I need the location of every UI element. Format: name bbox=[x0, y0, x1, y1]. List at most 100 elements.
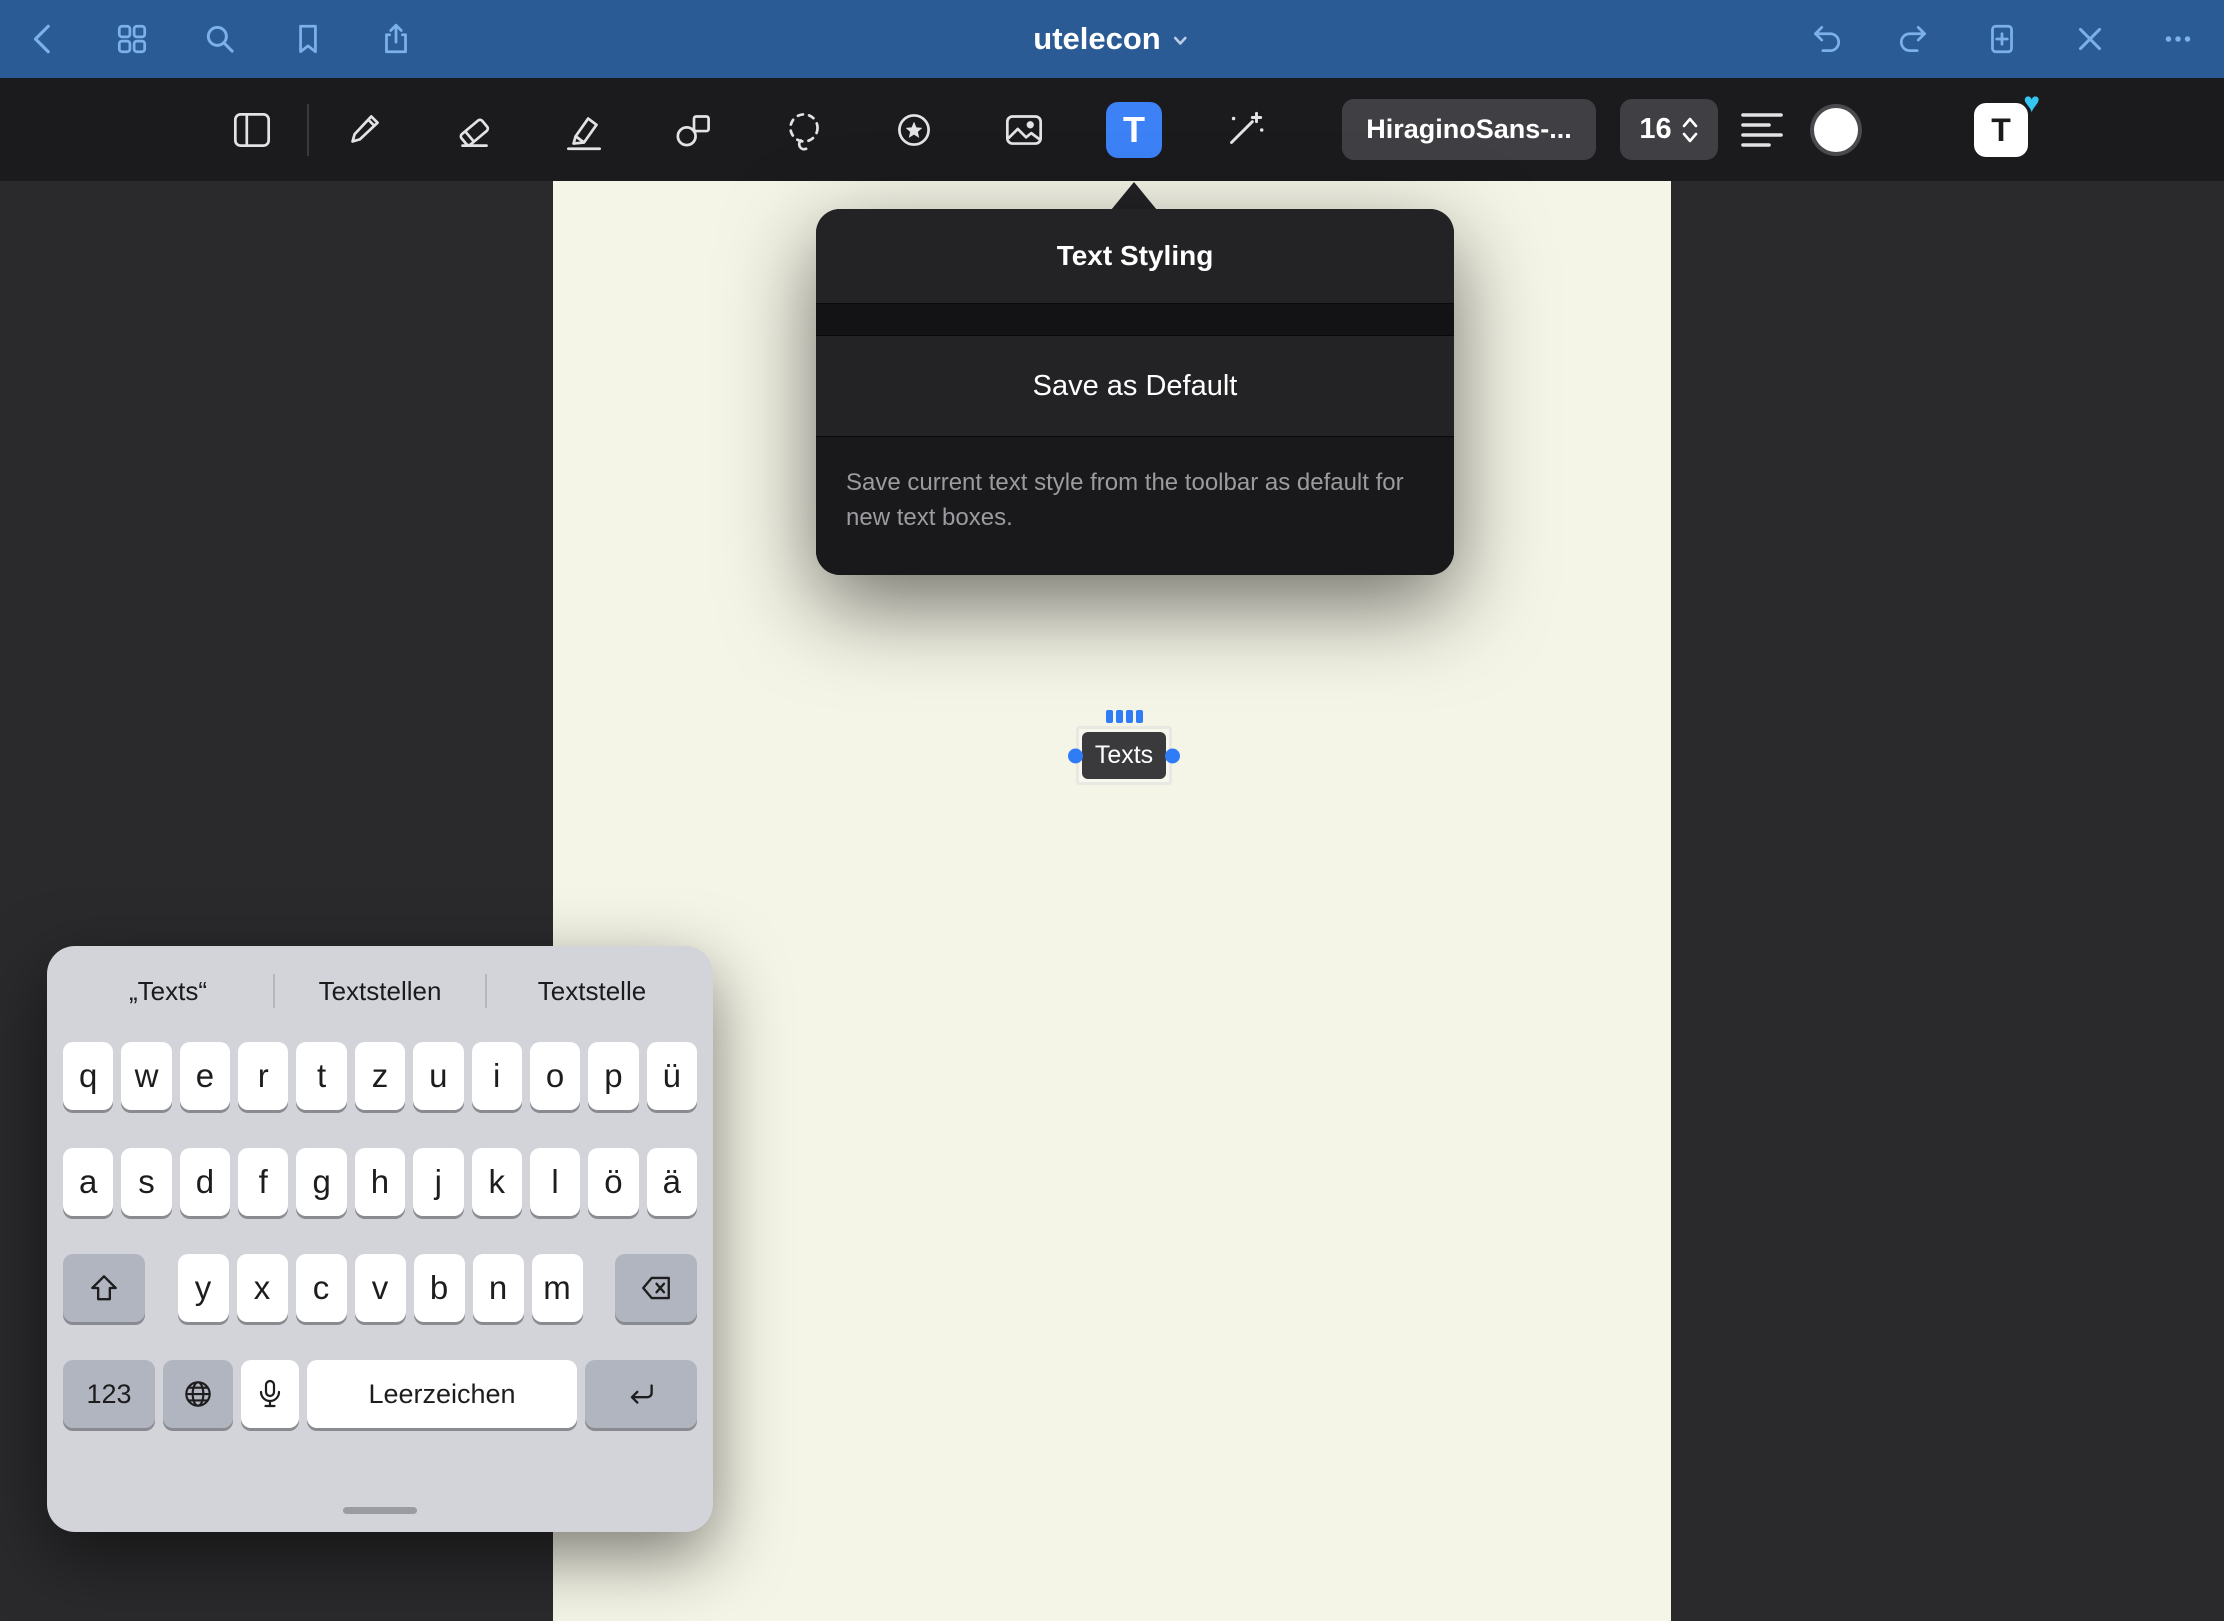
numbers-key[interactable]: 123 bbox=[63, 1360, 155, 1428]
drag-handle-bar bbox=[1106, 710, 1113, 723]
add-page-button[interactable] bbox=[1982, 19, 2022, 59]
key-g[interactable]: g bbox=[296, 1148, 346, 1216]
tool-bar: T HiraginoSans-... 16 T ♥ bbox=[0, 78, 2224, 181]
dictation-key[interactable] bbox=[241, 1360, 299, 1428]
text-box[interactable]: Texts bbox=[1082, 732, 1166, 779]
backspace-key[interactable] bbox=[615, 1254, 697, 1322]
key-x[interactable]: x bbox=[237, 1254, 288, 1322]
key-b[interactable]: b bbox=[414, 1254, 465, 1322]
selection-handle-left[interactable] bbox=[1068, 748, 1083, 763]
text-style-favorites-button[interactable]: T ♥ bbox=[1974, 103, 2028, 157]
key-z[interactable]: z bbox=[355, 1042, 405, 1110]
elements-tool[interactable] bbox=[886, 102, 942, 158]
undo-icon bbox=[1808, 21, 1844, 57]
share-button[interactable] bbox=[376, 19, 416, 59]
eraser-tool[interactable] bbox=[446, 102, 502, 158]
close-icon bbox=[2072, 21, 2108, 57]
keyboard-drag-bar[interactable] bbox=[343, 1507, 417, 1514]
page-thumbnails-button[interactable] bbox=[112, 19, 152, 59]
key-o[interactable]: o bbox=[530, 1042, 580, 1110]
text-box-drag-handle[interactable] bbox=[1106, 710, 1143, 723]
key-m[interactable]: m bbox=[532, 1254, 583, 1322]
key-p[interactable]: p bbox=[588, 1042, 638, 1110]
key-i[interactable]: i bbox=[472, 1042, 522, 1110]
key-k[interactable]: k bbox=[472, 1148, 522, 1216]
reading-view-tool[interactable] bbox=[224, 102, 280, 158]
highlighter-tool[interactable] bbox=[556, 102, 612, 158]
key-oe[interactable]: ö bbox=[588, 1148, 638, 1216]
shift-key[interactable] bbox=[63, 1254, 145, 1322]
shapes-icon bbox=[669, 105, 719, 155]
redo-button[interactable] bbox=[1894, 19, 1934, 59]
key-q[interactable]: q bbox=[63, 1042, 113, 1110]
more-button[interactable] bbox=[2158, 19, 2198, 59]
popover-description: Save current text style from the toolbar… bbox=[816, 437, 1454, 575]
align-left-icon bbox=[1739, 109, 1785, 151]
key-d[interactable]: d bbox=[180, 1148, 230, 1216]
suggestion-1[interactable]: „Texts“ bbox=[63, 976, 273, 1007]
heart-badge-icon: ♥ bbox=[2023, 89, 2040, 117]
photo-icon bbox=[999, 105, 1049, 155]
key-s[interactable]: s bbox=[121, 1148, 171, 1216]
key-h[interactable]: h bbox=[355, 1148, 405, 1216]
globe-key[interactable] bbox=[163, 1360, 233, 1428]
key-c[interactable]: c bbox=[296, 1254, 347, 1322]
save-as-default-button[interactable]: Save as Default bbox=[816, 336, 1454, 437]
pen-tool[interactable] bbox=[336, 102, 392, 158]
key-w[interactable]: w bbox=[121, 1042, 171, 1110]
text-styling-popover: Text Styling Save as Default Save curren… bbox=[816, 209, 1454, 575]
ellipsis-icon bbox=[2160, 21, 2196, 57]
space-key[interactable]: Leerzeichen bbox=[307, 1360, 577, 1428]
font-size-stepper[interactable]: 16 bbox=[1620, 99, 1718, 160]
nav-left-group bbox=[0, 19, 416, 59]
eraser-icon bbox=[449, 105, 499, 155]
key-f[interactable]: f bbox=[238, 1148, 288, 1216]
bookmark-button[interactable] bbox=[288, 19, 328, 59]
close-button[interactable] bbox=[2070, 19, 2110, 59]
suggestion-bar: „Texts“ Textstellen Textstelle bbox=[63, 962, 697, 1020]
key-r[interactable]: r bbox=[238, 1042, 288, 1110]
key-row-2: a s d f g h j k l ö ä bbox=[63, 1148, 697, 1216]
search-button[interactable] bbox=[200, 19, 240, 59]
bookmark-icon bbox=[290, 21, 326, 57]
toolbar-divider bbox=[307, 104, 309, 156]
share-icon bbox=[378, 21, 414, 57]
lasso-tool[interactable] bbox=[776, 102, 832, 158]
key-ue[interactable]: ü bbox=[647, 1042, 697, 1110]
text-style-icon: T bbox=[1991, 112, 2011, 149]
key-y[interactable]: y bbox=[178, 1254, 229, 1322]
suggestion-2[interactable]: Textstellen bbox=[275, 976, 485, 1007]
text-align-button[interactable] bbox=[1734, 104, 1790, 156]
back-button[interactable] bbox=[24, 19, 64, 59]
key-row-3-letters: y x c v b n m bbox=[145, 1254, 615, 1322]
photo-tool[interactable] bbox=[996, 102, 1052, 158]
key-l[interactable]: l bbox=[530, 1148, 580, 1216]
shapes-tool[interactable] bbox=[666, 102, 722, 158]
text-tool-icon: T bbox=[1123, 109, 1145, 151]
pointer-tool[interactable] bbox=[1216, 102, 1272, 158]
document-title[interactable]: utelecon bbox=[1033, 21, 1190, 57]
key-u[interactable]: u bbox=[413, 1042, 463, 1110]
key-t[interactable]: t bbox=[296, 1042, 346, 1110]
key-a[interactable]: a bbox=[63, 1148, 113, 1216]
key-row-1: q w e r t z u i o p ü bbox=[63, 1042, 697, 1110]
app-window: utelecon bbox=[0, 0, 2224, 1621]
return-key[interactable] bbox=[585, 1360, 697, 1428]
tools-group: T bbox=[224, 78, 1272, 181]
undo-button[interactable] bbox=[1806, 19, 1846, 59]
text-tool[interactable]: T bbox=[1106, 102, 1162, 158]
add-page-icon bbox=[1984, 21, 2020, 57]
key-j[interactable]: j bbox=[413, 1148, 463, 1216]
search-icon bbox=[202, 21, 238, 57]
popover-title: Text Styling bbox=[816, 209, 1454, 303]
reading-view-icon bbox=[227, 105, 277, 155]
selection-handle-right[interactable] bbox=[1165, 748, 1180, 763]
key-ae[interactable]: ä bbox=[647, 1148, 697, 1216]
text-color-button[interactable] bbox=[1814, 108, 1858, 152]
key-n[interactable]: n bbox=[473, 1254, 524, 1322]
drag-handle-bar bbox=[1116, 710, 1123, 723]
key-v[interactable]: v bbox=[355, 1254, 406, 1322]
key-e[interactable]: e bbox=[180, 1042, 230, 1110]
font-family-button[interactable]: HiraginoSans-... bbox=[1342, 99, 1596, 160]
suggestion-3[interactable]: Textstelle bbox=[487, 976, 697, 1007]
